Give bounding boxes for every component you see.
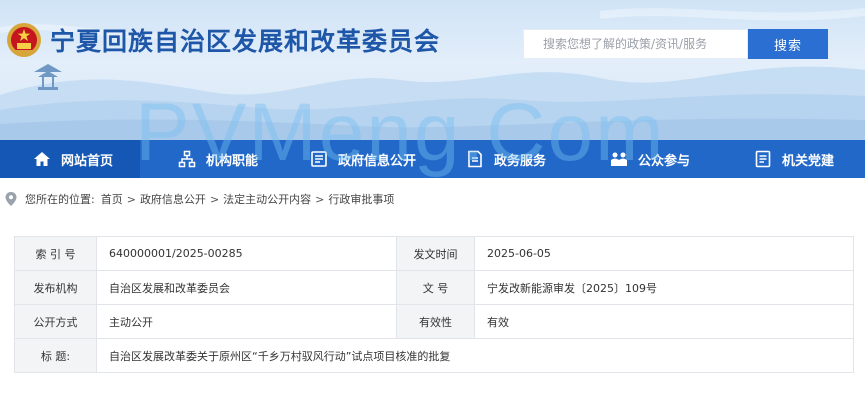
mode-label: 公开方式 [14, 304, 97, 339]
mode-value: 主动公开 [96, 304, 397, 339]
main-nav: 网站首页 机构职能 政府信息公开 政务服务 公众参与 机关党建 [0, 140, 865, 178]
site-title[interactable]: 宁夏回族自治区发展和改革委员会 [50, 22, 440, 58]
nav-item-gov-info[interactable]: 政府信息公开 [310, 140, 416, 178]
mountain-scenery [0, 8, 865, 140]
party-doc-icon [754, 150, 772, 168]
docno-value: 宁发改新能源审发〔2025〕109号 [474, 270, 854, 305]
breadcrumb-link-statutory[interactable]: 法定主动公开内容 [223, 191, 311, 207]
nav-item-label: 机构职能 [206, 153, 259, 169]
breadcrumb-link-home[interactable]: 首页 [101, 191, 123, 207]
table-row: 发布机构 自治区发展和改革委员会 文 号 宁发改新能源审发〔2025〕109号 [14, 270, 854, 305]
nav-item-label: 机关党建 [782, 153, 835, 169]
nav-item-org[interactable]: 机构职能 [178, 140, 258, 178]
people-icon [610, 150, 628, 168]
search-input[interactable] [543, 37, 747, 51]
table-row: 标 题: 自治区发展改革委关于原州区“千乡万村驭风行动”试点项目核准的批复 [14, 338, 854, 373]
search-field[interactable] [523, 29, 748, 59]
nav-item-label: 政务服务 [494, 153, 547, 169]
location-pin-icon [5, 192, 17, 206]
org-chart-icon [178, 150, 196, 168]
date-value: 2025-06-05 [474, 236, 854, 271]
issuer-value: 自治区发展和改革委员会 [96, 270, 397, 305]
issuer-label: 发布机构 [14, 270, 97, 305]
document-info-table: 索 引 号 640000001/2025-00285 发文时间 2025-06-… [14, 236, 854, 373]
nav-item-public[interactable]: 公众参与 [610, 140, 690, 178]
pavilion-illustration [34, 64, 62, 90]
date-label: 发文时间 [396, 236, 475, 271]
nav-item-label: 政府信息公开 [338, 153, 417, 169]
breadcrumb-separator: > [126, 192, 136, 206]
nav-item-label: 公众参与 [638, 153, 691, 169]
title-value: 自治区发展改革委关于原州区“千乡万村驭风行动”试点项目核准的批复 [96, 338, 854, 373]
header-banner: 宁夏回族自治区发展和改革委员会 搜索 [0, 0, 865, 140]
document-list-icon [310, 150, 328, 168]
validity-label: 有效性 [396, 304, 475, 339]
validity-value: 有效 [474, 304, 854, 339]
search-button[interactable]: 搜索 [748, 29, 828, 59]
breadcrumb: 您所在的位置: 首页 > 政府信息公开 > 法定主动公开内容 > 行政审批事项 [0, 178, 865, 220]
docno-label: 文 号 [396, 270, 475, 305]
table-row: 索 引 号 640000001/2025-00285 发文时间 2025-06-… [14, 236, 854, 271]
home-icon [33, 150, 51, 168]
table-row: 公开方式 主动公开 有效性 有效 [14, 304, 854, 339]
nav-item-services[interactable]: 政务服务 [466, 140, 546, 178]
title-label: 标 题: [14, 338, 97, 373]
nav-item-label: 网站首页 [61, 153, 114, 169]
breadcrumb-link-approval[interactable]: 行政审批事项 [328, 191, 394, 207]
nav-item-home[interactable]: 网站首页 [0, 140, 140, 178]
index-label: 索 引 号 [14, 236, 97, 271]
index-value: 640000001/2025-00285 [96, 236, 397, 271]
breadcrumb-prefix: 您所在的位置: [25, 193, 95, 206]
breadcrumb-link-gov-info[interactable]: 政府信息公开 [140, 191, 206, 207]
breadcrumb-separator: > [315, 192, 325, 206]
breadcrumb-separator: > [209, 192, 220, 206]
service-doc-icon [466, 150, 484, 168]
national-emblem-icon [7, 23, 41, 57]
nav-item-party[interactable]: 机关党建 [754, 140, 834, 178]
